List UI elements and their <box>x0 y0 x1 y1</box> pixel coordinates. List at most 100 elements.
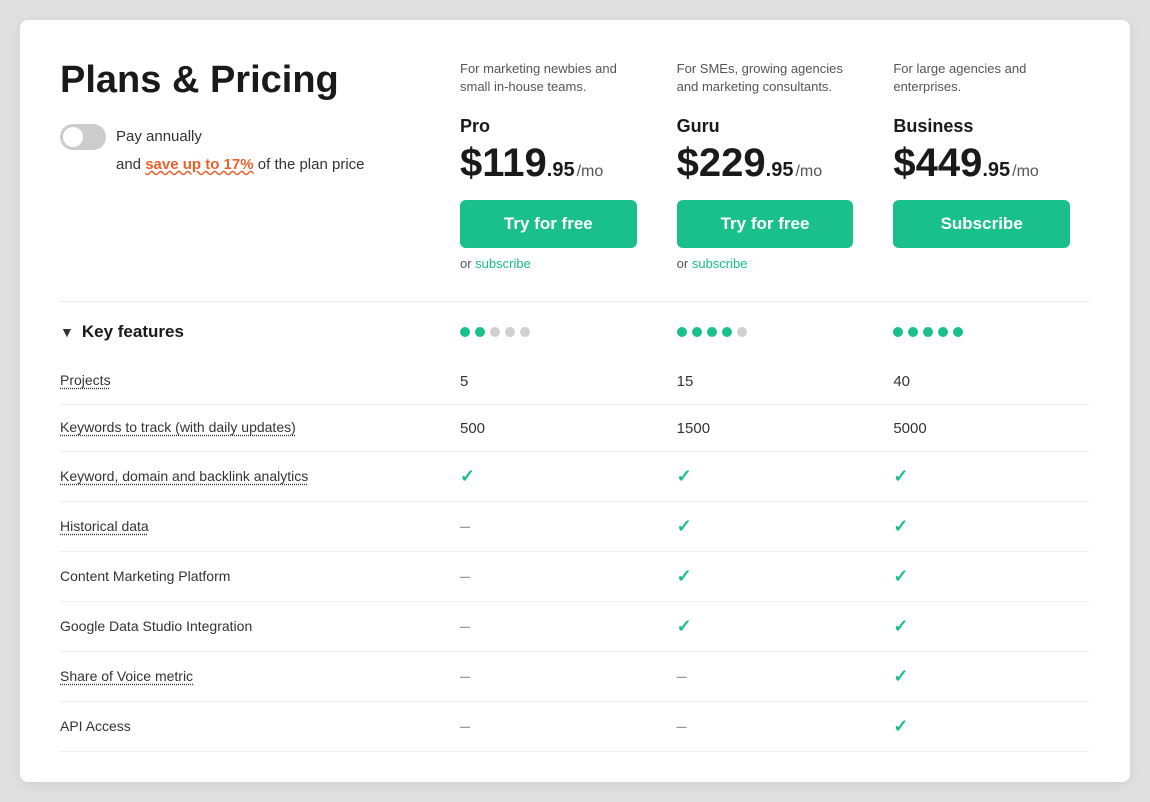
table-row: API Access – – ✓ <box>60 702 1090 752</box>
check-icon: ✓ <box>893 466 908 486</box>
plan-business: For large agencies and enterprises. Busi… <box>873 60 1090 271</box>
feature-name-col: Google Data Studio Integration <box>60 618 440 636</box>
guru-subscribe-link[interactable]: subscribe <box>692 256 748 271</box>
toggle-label: Pay annually <box>116 128 202 145</box>
feature-value-col: ✓ <box>440 466 657 487</box>
dash-icon: – <box>460 616 470 636</box>
business-dot-3 <box>923 327 933 337</box>
business-dots-col <box>873 327 1090 337</box>
feature-name-col: Historical data <box>60 518 440 536</box>
guru-dots-col <box>657 327 874 337</box>
feature-value-col: 5 <box>440 373 657 390</box>
dash-icon: – <box>677 666 687 686</box>
pro-try-button[interactable]: Try for free <box>460 200 637 248</box>
guru-try-button[interactable]: Try for free <box>677 200 854 248</box>
section-divider <box>60 301 1090 302</box>
feature-value-col: – <box>440 666 657 687</box>
check-icon: ✓ <box>893 616 908 636</box>
features-section: ▼ Key features <box>60 322 1090 752</box>
table-row: Content Marketing Platform–✓✓ <box>60 552 1090 602</box>
guru-dots <box>677 327 854 337</box>
dash-icon: – <box>460 716 470 736</box>
pro-dot-2 <box>475 327 485 337</box>
feature-value-col: – <box>440 516 657 537</box>
feature-value-col: ✓ <box>873 666 1090 687</box>
table-row: Share of Voice metric – – ✓ <box>60 652 1090 702</box>
plan-guru-desc: For SMEs, growing agencies and marketing… <box>677 60 854 104</box>
feature-name: Historical data <box>60 518 149 534</box>
plan-guru: For SMEs, growing agencies and marketing… <box>657 60 874 271</box>
guru-dot-4 <box>722 327 732 337</box>
save-prefix: and <box>116 156 145 173</box>
business-price-period: /mo <box>1012 163 1039 181</box>
save-text-row: and save up to 17% of the plan price <box>116 156 410 173</box>
table-row: Projects51540 <box>60 358 1090 405</box>
guru-price-cents: .95 <box>766 159 794 182</box>
pro-price-main: $119 <box>460 141 547 186</box>
feature-value-col: ✓ <box>873 716 1090 737</box>
feature-value-col: ✓ <box>657 616 874 637</box>
plan-guru-name: Guru <box>677 116 854 137</box>
feature-value-col: ✓ <box>873 466 1090 487</box>
guru-dot-1 <box>677 327 687 337</box>
features-title: Key features <box>82 322 184 342</box>
pro-dot-4 <box>505 327 515 337</box>
dash-icon: – <box>677 716 687 736</box>
feature-value-col: – <box>657 666 874 687</box>
feature-value-col: ✓ <box>873 516 1090 537</box>
business-price-cents: .95 <box>982 159 1010 182</box>
feature-value-col: – <box>440 716 657 737</box>
dash-icon: – <box>460 666 470 686</box>
check-icon: ✓ <box>677 566 692 586</box>
check-icon: ✓ <box>893 666 908 686</box>
guru-price-period: /mo <box>795 163 822 181</box>
plan-pro-price: $119.95/mo <box>460 141 637 186</box>
feature-name-col: API Access <box>60 718 440 736</box>
feature-name-col: Share of Voice metric <box>60 668 440 686</box>
feature-name: Google Data Studio Integration <box>60 618 252 634</box>
table-row: Keywords to track (with daily updates)50… <box>60 405 1090 452</box>
guru-dot-5 <box>737 327 747 337</box>
feature-name-col: Keyword, domain and backlink analytics <box>60 468 440 486</box>
feature-value-col: 1500 <box>657 420 874 437</box>
feature-value-col: ✓ <box>657 516 874 537</box>
feature-name: Keyword, domain and backlink analytics <box>60 468 308 484</box>
pro-price-period: /mo <box>577 163 604 181</box>
title-area: Plans & Pricing Pay annually and save up… <box>60 60 440 173</box>
header-section: Plans & Pricing Pay annually and save up… <box>60 60 1090 271</box>
feature-name: Content Marketing Platform <box>60 568 230 584</box>
toggle-row: Pay annually <box>60 124 410 150</box>
feature-value-col: ✓ <box>873 616 1090 637</box>
guru-or-text: or <box>677 256 692 271</box>
chevron-down-icon[interactable]: ▼ <box>60 324 74 340</box>
plan-pro: For marketing newbies and small in-house… <box>440 60 657 271</box>
pro-subscribe-link[interactable]: subscribe <box>475 256 531 271</box>
pro-or-text: or <box>460 256 475 271</box>
annual-toggle[interactable] <box>60 124 106 150</box>
feature-value-col: – <box>440 616 657 637</box>
feature-value-col: ✓ <box>657 566 874 587</box>
guru-dot-3 <box>707 327 717 337</box>
business-subscribe-button[interactable]: Subscribe <box>893 200 1070 248</box>
plan-pro-name: Pro <box>460 116 637 137</box>
check-icon: ✓ <box>677 616 692 636</box>
check-icon: ✓ <box>677 516 692 536</box>
pro-dots <box>460 327 637 337</box>
feature-name-col: Content Marketing Platform <box>60 568 440 586</box>
guru-or-subscribe: or subscribe <box>677 256 854 271</box>
features-list: Projects51540Keywords to track (with dai… <box>60 358 1090 752</box>
feature-value-col: – <box>440 566 657 587</box>
save-highlight: save up to 17% <box>145 156 253 173</box>
dash-icon: – <box>460 566 470 586</box>
feature-name-col: Projects <box>60 372 440 390</box>
feature-name: API Access <box>60 718 131 734</box>
feature-value-col: 15 <box>657 373 874 390</box>
plans-row: For marketing newbies and small in-house… <box>440 60 1090 271</box>
pro-price-cents: .95 <box>547 159 575 182</box>
pro-or-subscribe: or subscribe <box>460 256 637 271</box>
feature-name: Keywords to track (with daily updates) <box>60 419 296 435</box>
business-dot-5 <box>953 327 963 337</box>
plan-business-price: $449.95/mo <box>893 141 1070 186</box>
dash-icon: – <box>460 516 470 536</box>
pro-dot-3 <box>490 327 500 337</box>
